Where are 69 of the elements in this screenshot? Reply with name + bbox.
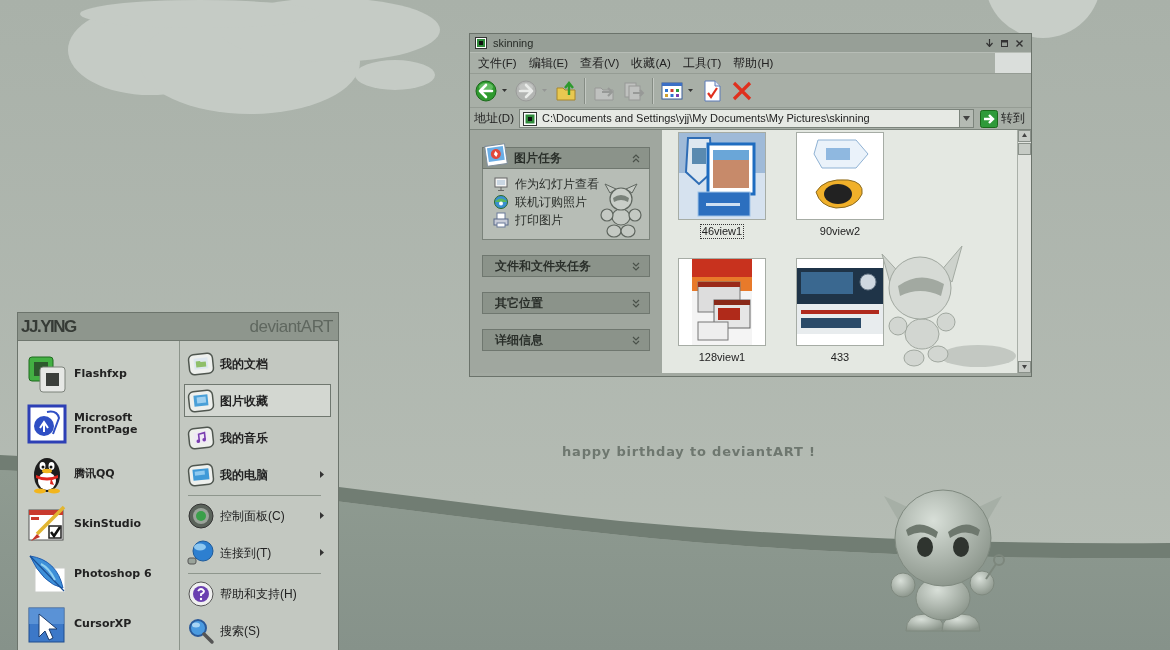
thumbnail-image[interactable] — [678, 258, 766, 346]
folder-icon — [522, 111, 537, 126]
file-name-label[interactable]: 90view2 — [817, 224, 863, 239]
scroll-up-button[interactable] — [1018, 130, 1031, 142]
task-link[interactable]: 打印图片 — [493, 211, 649, 229]
program-item[interactable]: Photoshop 6 — [18, 549, 179, 599]
page-icon — [27, 404, 67, 444]
menu-item[interactable]: 工具(T) — [678, 53, 726, 73]
menu-item[interactable]: 收藏(A) — [627, 53, 675, 73]
maximize-icon[interactable] — [1001, 39, 1008, 47]
address-field[interactable]: C:\Documents and Settings\yjj\My Documents\My Pictures\skinning — [518, 109, 974, 128]
task-link[interactable]: 联机订购照片 — [493, 193, 649, 211]
folder-up-arrow-icon — [555, 79, 577, 102]
scroll-thumb[interactable] — [1018, 143, 1031, 155]
program-item[interactable]: SkinStudio — [18, 499, 179, 549]
menu-item[interactable]: 编辑(E) — [524, 53, 573, 73]
printer-icon — [493, 212, 509, 228]
brush-window-icon — [27, 504, 67, 544]
scroll-down-button[interactable] — [1018, 361, 1031, 373]
thumbnail-image[interactable] — [796, 258, 884, 346]
back-button[interactable] — [473, 77, 509, 104]
minimize-icon[interactable] — [986, 39, 993, 47]
program-item[interactable]: Flashfxp — [18, 349, 179, 399]
logo-panel — [995, 53, 1031, 73]
dropdown-button[interactable] — [959, 110, 973, 127]
program-item[interactable]: Microsoft FrontPage — [18, 399, 179, 449]
help-icon — [187, 579, 215, 608]
user-name: JJ.YING — [21, 315, 76, 338]
caption-text: happy birthday to deviantART ! — [562, 444, 816, 460]
menu-item[interactable]: 我的音乐 — [184, 421, 331, 454]
menu-item[interactable]: 查看(V) — [576, 53, 624, 73]
grid-window-icon — [661, 79, 683, 102]
document-check-icon — [701, 79, 723, 102]
task-link[interactable]: 作为幻灯片查看 — [493, 175, 649, 193]
address-label: 地址(D) — [474, 110, 514, 126]
menu-item[interactable]: 帮助(H) — [729, 53, 778, 73]
program-item[interactable]: CursorXP — [18, 599, 179, 649]
program-item[interactable]: 腾讯QQ — [18, 449, 179, 499]
squares-icon — [27, 354, 67, 394]
cross-icon — [731, 79, 753, 102]
thumbnail-image[interactable] — [678, 132, 766, 220]
search-icon — [187, 616, 215, 645]
thumbnail-image[interactable] — [796, 132, 884, 220]
menu-item[interactable]: 我的电脑 — [184, 458, 331, 491]
window-title: skinning — [493, 35, 534, 51]
monitor-icon — [493, 176, 509, 192]
menu-item[interactable]: 搜索(S) — [184, 614, 331, 647]
window-icon — [475, 37, 487, 49]
menu-item[interactable]: 控制面板(C) — [184, 499, 331, 532]
task-pane-header[interactable]: 文件和文件夹任务 — [482, 255, 650, 277]
menu-item[interactable]: 连接到(T) — [184, 536, 331, 569]
task-pane-header[interactable]: 详细信息 — [482, 329, 650, 351]
globe-icon — [493, 194, 509, 210]
menu-item[interactable]: 图片收藏 — [184, 384, 331, 417]
globe-icon — [187, 538, 215, 567]
menu-item[interactable]: 帮助和支持(H) — [184, 577, 331, 610]
task-pane-header[interactable]: 其它位置 — [482, 292, 650, 314]
photo-icon — [483, 142, 509, 168]
go-button[interactable]: 转到 — [979, 109, 1025, 128]
pages-arrow-icon — [623, 79, 645, 102]
close-icon[interactable] — [1016, 39, 1023, 47]
file-name-label[interactable]: 433 — [828, 350, 852, 365]
menu-item[interactable]: 我的文档 — [184, 347, 331, 380]
menu-item[interactable]: 文件(F) — [474, 53, 521, 73]
file-name-label[interactable]: 46view1 — [699, 224, 745, 239]
caret-icon — [963, 116, 970, 121]
file-name-label[interactable]: 128view1 — [696, 350, 748, 365]
feather-icon — [27, 554, 67, 594]
ring-icon — [187, 501, 215, 530]
